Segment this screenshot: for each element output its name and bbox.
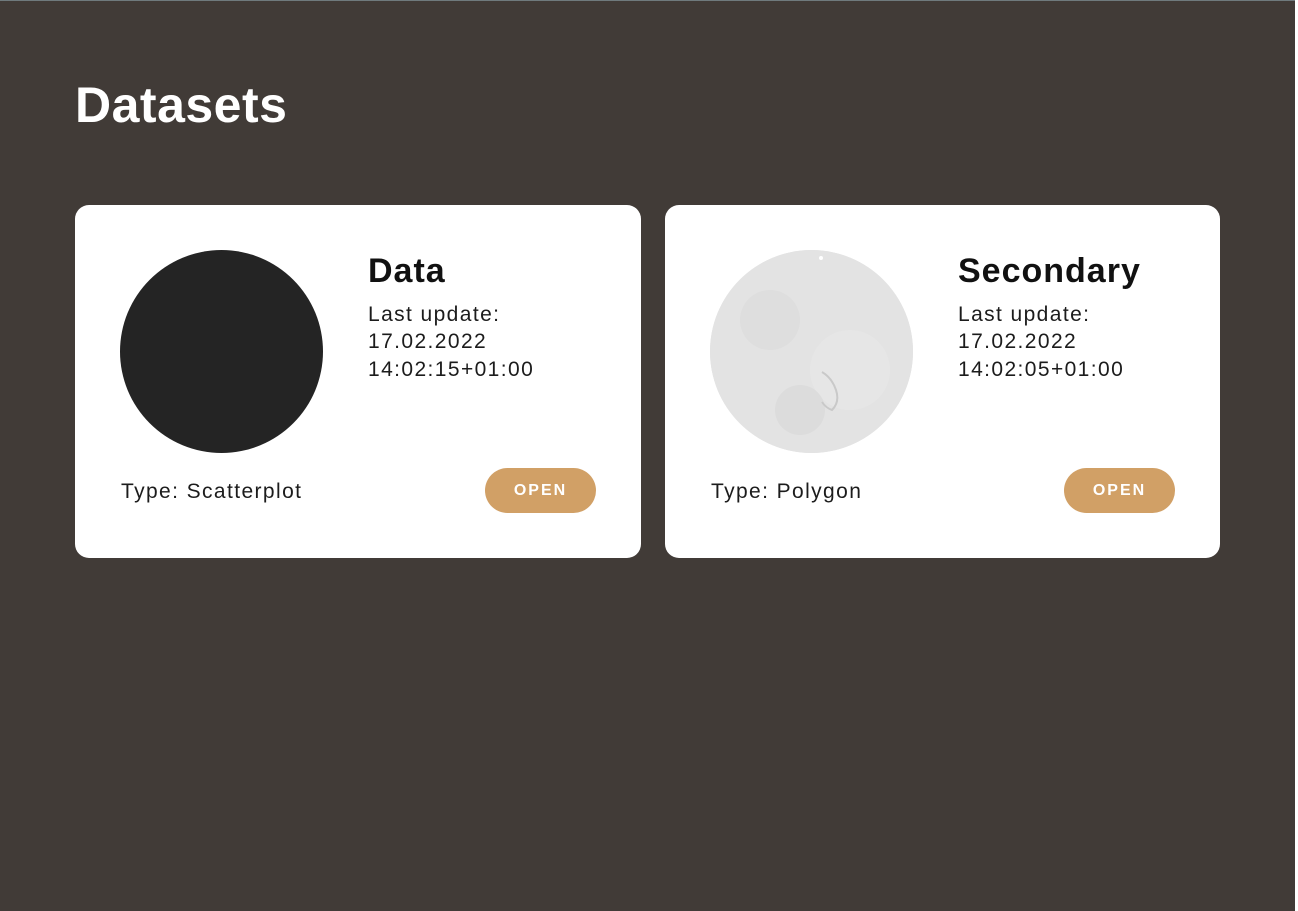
- dataset-type: Type: Scatterplot: [121, 480, 303, 503]
- dataset-type: Type: Polygon: [711, 480, 863, 503]
- map-texture-image: [710, 250, 913, 453]
- dataset-title: Secondary: [958, 252, 1141, 290]
- last-update-date: 17.02.2022: [368, 330, 488, 353]
- dataset-thumbnail: [120, 250, 323, 453]
- page-title: Datasets: [75, 77, 288, 133]
- open-button[interactable]: OPEN: [485, 468, 596, 513]
- last-update-date: 17.02.2022: [958, 330, 1078, 353]
- last-update-time: 14:02:05+01:00: [958, 358, 1125, 381]
- dataset-card-data: Data Last update: 17.02.2022 14:02:15+01…: [75, 205, 641, 558]
- last-update-label: Last update:: [958, 303, 1091, 326]
- dataset-thumbnail: [710, 250, 913, 453]
- dataset-title: Data: [368, 252, 446, 290]
- open-button[interactable]: OPEN: [1064, 468, 1175, 513]
- last-update-label: Last update:: [368, 303, 501, 326]
- dataset-card-secondary: Secondary Last update: 17.02.2022 14:02:…: [665, 205, 1220, 558]
- last-update-time: 14:02:15+01:00: [368, 358, 535, 381]
- window-top-border: [0, 0, 1298, 1]
